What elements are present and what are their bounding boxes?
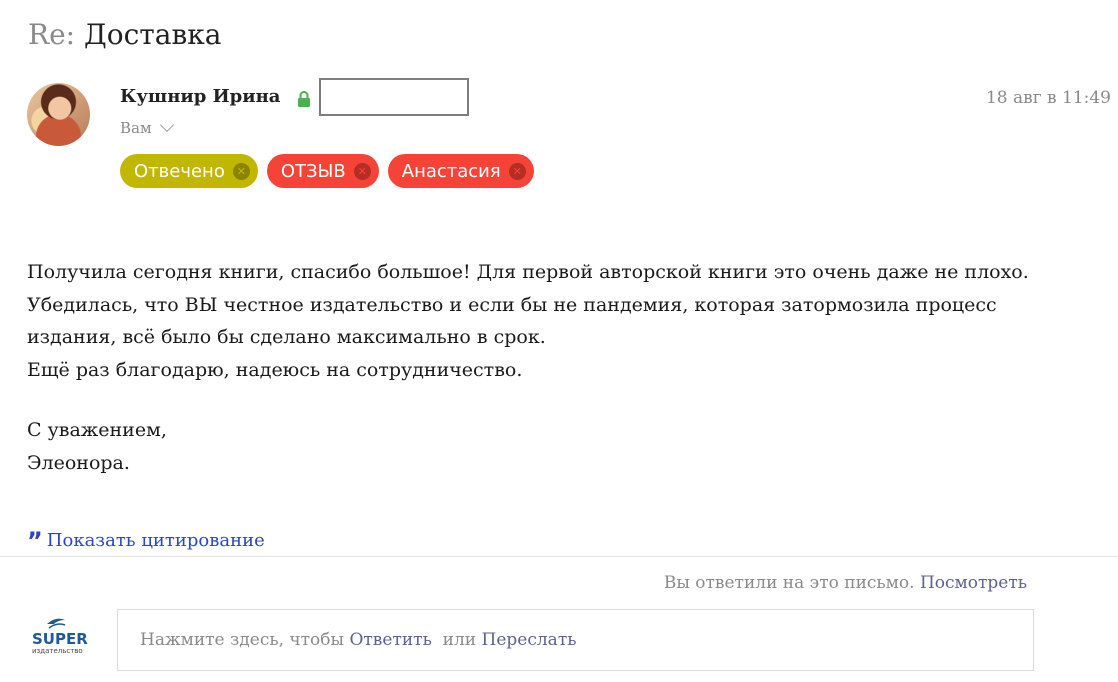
signature-line: Элеонора. (27, 451, 130, 474)
message-date: 18 авг в 11:49 (985, 88, 1111, 108)
recipient-toggle[interactable]: Вам (120, 117, 174, 137)
view-reply-link[interactable]: Посмотреть (920, 573, 1027, 593)
tag-review[interactable]: ОТЗЫВ ✕ (266, 154, 379, 188)
tag-list: Отвечено ✕ ОТЗЫВ ✕ Анастасия ✕ (120, 154, 534, 188)
quote-icon: ” (27, 526, 43, 555)
body-line: Ещё раз благодарю, надеюсь на сотрудниче… (27, 358, 523, 381)
logo-subtext: издательство (32, 647, 83, 655)
tag-label: ОТЗЫВ (280, 160, 346, 182)
subject-title: Доставка (84, 18, 222, 51)
replied-text: Вы ответили на это письмо. (663, 573, 915, 593)
lock-icon (298, 91, 310, 107)
message-subject: Re: Доставка (28, 18, 221, 51)
reply-link[interactable]: Ответить (349, 630, 431, 650)
tag-anastasia[interactable]: Анастасия ✕ (387, 154, 534, 188)
forward-link[interactable]: Переслать (482, 630, 577, 650)
sender-avatar[interactable] (27, 83, 90, 146)
logo-text: SUPER (32, 630, 88, 648)
show-quote-label: Показать цитирование (46, 530, 265, 551)
sender-name[interactable]: Кушнир Ирина (120, 86, 280, 107)
close-icon[interactable]: ✕ (353, 162, 371, 180)
tag-label: Анастасия (401, 160, 501, 182)
reply-prompt-text: Нажмите здесь, чтобы (140, 630, 345, 650)
tag-label: Отвечено (134, 160, 225, 182)
reply-prompt: Нажмите здесь, чтобы Ответить или Пересл… (140, 630, 576, 650)
or-text: или (442, 630, 477, 650)
logo-mark-icon (47, 618, 66, 629)
subject-prefix: Re: (28, 18, 76, 51)
tag-answered[interactable]: Отвечено ✕ (120, 154, 258, 188)
body-line: Убедилась, что ВЫ честное издательство и… (27, 293, 997, 316)
chevron-down-icon (159, 117, 174, 133)
publisher-logo: SUPER издательство (27, 614, 89, 658)
message-body: Получила сегодня книги, спасибо большое!… (27, 256, 1029, 479)
signature-line: С уважением, (27, 419, 167, 441)
close-icon[interactable]: ✕ (508, 162, 526, 180)
body-line: Получила сегодня книги, спасибо большое!… (27, 261, 1029, 283)
redacted-email-box (319, 78, 469, 116)
replied-notice: Вы ответили на это письмо. Посмотреть (664, 573, 1027, 593)
close-icon[interactable]: ✕ (232, 162, 250, 180)
quick-reply-box[interactable]: Нажмите здесь, чтобы Ответить или Пересл… (117, 609, 1034, 671)
body-line: издания, всё было бы сделано максимально… (27, 326, 546, 348)
recipient-label: Вам (120, 119, 152, 137)
show-quote-link[interactable]: ” Показать цитирование (27, 526, 265, 555)
divider (0, 556, 1118, 557)
